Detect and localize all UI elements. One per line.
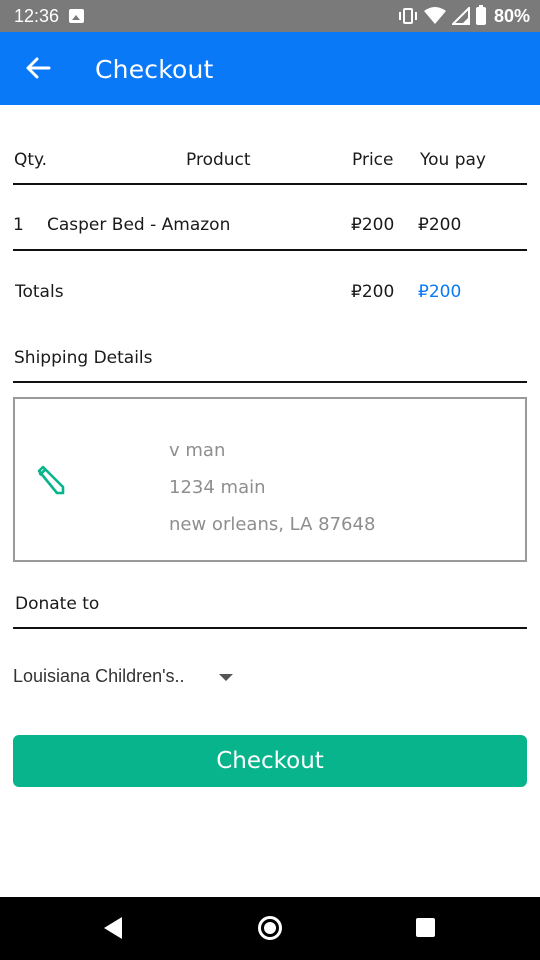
- battery-percent: 80%: [493, 5, 530, 26]
- wifi-icon: [423, 7, 446, 24]
- shipping-city: new orleans, LA 87648: [169, 514, 376, 535]
- header-divider: [13, 183, 527, 185]
- back-triangle-icon[interactable]: [104, 917, 122, 939]
- checkout-button[interactable]: Checkout: [13, 735, 527, 787]
- row-divider: [13, 249, 527, 251]
- status-icons: 80%: [398, 5, 530, 27]
- row-qty: 1: [13, 215, 24, 235]
- shipping-address-card[interactable]: v man 1234 main new orleans, LA 87648: [13, 397, 527, 562]
- shipping-name: v man: [169, 440, 226, 461]
- donate-select[interactable]: Louisiana Children's..: [13, 662, 243, 692]
- totals-you-pay: ₽200: [418, 282, 462, 302]
- back-button[interactable]: [22, 52, 54, 84]
- battery-icon: [475, 5, 486, 25]
- pencil-icon[interactable]: [35, 465, 65, 495]
- chevron-down-icon: [219, 674, 233, 681]
- arrow-left-icon: [26, 57, 51, 79]
- home-circle-icon[interactable]: [258, 916, 282, 940]
- row-product: Casper Bed - Amazon: [47, 215, 231, 235]
- signal-icon: [451, 7, 470, 25]
- totals-label: Totals: [15, 282, 64, 302]
- vibrate-icon: [398, 8, 417, 24]
- donate-divider: [13, 627, 527, 629]
- shipping-divider: [13, 381, 527, 383]
- system-nav-bar: [0, 897, 540, 960]
- header-qty: Qty.: [14, 150, 48, 170]
- status-bar: 12:36 80%: [0, 0, 540, 32]
- page-title: Checkout: [95, 55, 214, 84]
- shipping-street: 1234 main: [169, 477, 266, 498]
- header-product: Product: [186, 150, 251, 170]
- donate-heading: Donate to: [15, 594, 100, 614]
- app-bar: Checkout: [0, 32, 540, 105]
- totals-price: ₽200: [351, 282, 395, 302]
- row-you-pay: ₽200: [418, 215, 462, 235]
- shipping-heading: Shipping Details: [14, 348, 153, 368]
- recents-square-icon[interactable]: [416, 918, 435, 937]
- header-you-pay: You pay: [420, 150, 486, 170]
- image-icon: [69, 9, 84, 23]
- donate-selected-value: Louisiana Children's..: [13, 666, 185, 686]
- header-price: Price: [352, 150, 394, 170]
- row-price: ₽200: [351, 215, 395, 235]
- status-time: 12:36: [14, 6, 60, 26]
